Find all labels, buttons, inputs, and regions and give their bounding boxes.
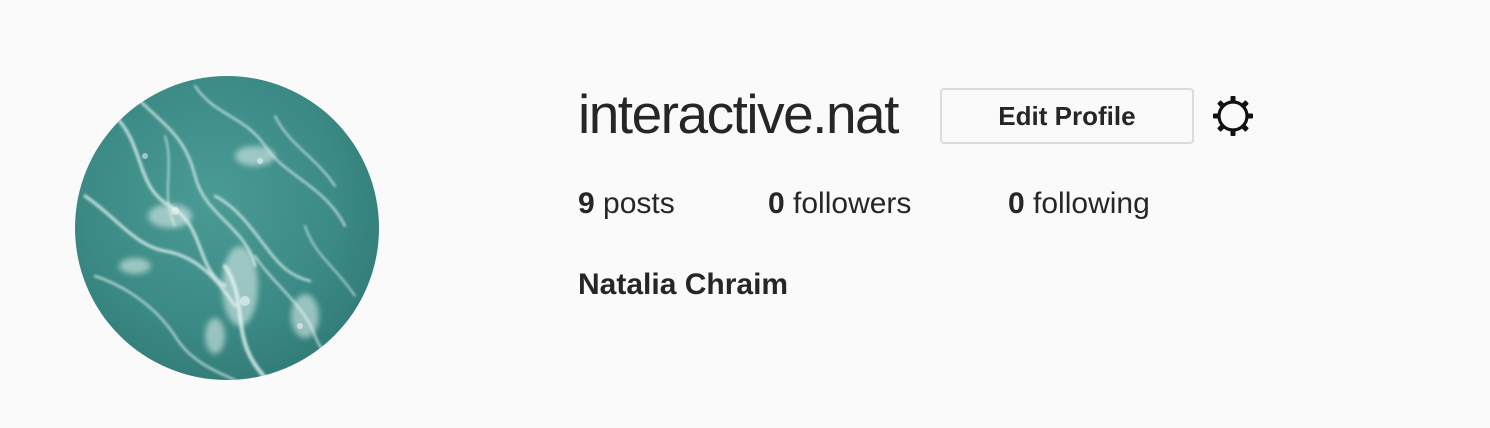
profile-stats: 9 posts 0 followers 0 following: [578, 186, 1256, 222]
following-stat[interactable]: 0 following: [1008, 186, 1150, 222]
followers-label: followers: [793, 187, 912, 220]
full-name: Natalia Chraim: [578, 268, 789, 301]
gear-icon[interactable]: [1210, 93, 1256, 139]
edit-profile-button[interactable]: Edit Profile: [939, 88, 1194, 144]
title-row: interactive.nat Edit Profile: [578, 83, 1256, 148]
following-count: 0: [1008, 187, 1034, 220]
followers-stat[interactable]: 0 followers: [768, 186, 1008, 222]
profile-header: interactive.nat Edit Profile 9 posts 0 f…: [0, 0, 1490, 428]
profile-info: interactive.nat Edit Profile 9 posts 0 f…: [578, 83, 1256, 303]
avatar[interactable]: [75, 76, 379, 380]
posts-label: posts: [603, 187, 675, 220]
username: interactive.nat: [578, 83, 899, 145]
avatar-image: [75, 76, 379, 380]
posts-stat[interactable]: 9 posts: [578, 186, 768, 222]
posts-count: 9: [578, 187, 604, 220]
following-label: following: [1033, 187, 1150, 220]
followers-count: 0: [768, 187, 794, 220]
